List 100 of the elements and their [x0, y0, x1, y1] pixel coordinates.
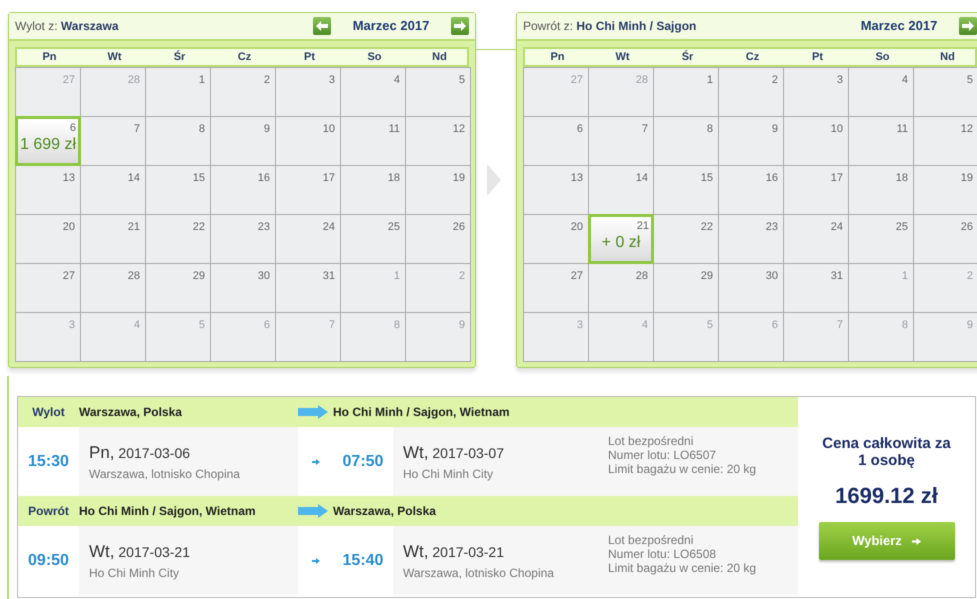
day-number: 28 — [128, 73, 140, 88]
day-cell[interactable]: 30 — [211, 264, 276, 313]
day-cell[interactable]: 25 — [849, 215, 914, 264]
next-month-button[interactable] — [451, 17, 469, 35]
day-cell[interactable]: 11 — [849, 117, 914, 166]
day-number: 12 — [960, 122, 973, 137]
day-cell[interactable]: 9 — [211, 117, 276, 166]
day-cell[interactable]: 5 — [406, 68, 471, 117]
day-cell[interactable]: 22 — [146, 215, 211, 264]
day-cell[interactable]: 5 — [914, 68, 977, 117]
day-number: 26 — [452, 220, 465, 235]
day-cell[interactable]: 10 — [784, 117, 849, 166]
day-number: 19 — [960, 171, 973, 186]
day-number: 13 — [62, 171, 75, 186]
day-cell[interactable]: 12 — [406, 117, 471, 166]
day-cell[interactable]: 4 — [341, 68, 406, 117]
day-number: 4 — [902, 73, 908, 88]
arrow-icon — [298, 405, 328, 419]
day-cell[interactable]: 17 — [784, 166, 849, 215]
day-cell[interactable]: 3 — [784, 68, 849, 117]
prev-month-button[interactable] — [313, 17, 331, 35]
day-cell[interactable]: 11 — [341, 117, 406, 166]
day-cell[interactable]: 26 — [914, 215, 977, 264]
day-number: 30 — [766, 269, 778, 284]
date-text: Pn, 2017-03-06 — [89, 442, 190, 464]
day-cell[interactable]: 14 — [589, 166, 654, 215]
day-number: 16 — [766, 171, 778, 186]
day-cell[interactable]: 30 — [719, 264, 784, 313]
day-cell[interactable]: 1 — [654, 68, 719, 117]
day-cell[interactable]: 26 — [406, 215, 471, 264]
day-cell[interactable]: 15 — [654, 166, 719, 215]
day-number: 7 — [642, 122, 648, 137]
right-arrow-icon — [454, 21, 466, 31]
weekday-label: Wt — [106, 50, 123, 65]
day-cell[interactable]: 18 — [341, 166, 406, 215]
day-cell[interactable]: 16 — [719, 166, 784, 215]
day-cell[interactable]: 10 — [276, 117, 341, 166]
day-cell[interactable]: 21 — [81, 215, 146, 264]
day-cell[interactable]: 27 — [16, 264, 81, 313]
day-cell[interactable]: 28 — [81, 264, 146, 313]
day-cell[interactable]: 31 — [276, 264, 341, 313]
day-number: 24 — [830, 220, 843, 235]
day-cell[interactable]: 18 — [849, 166, 914, 215]
calendar-title: Powrót z: Ho Chi Minh / Sajgon — [523, 18, 698, 35]
day-number: 1 — [198, 73, 205, 88]
day-cell[interactable]: 16 — [211, 166, 276, 215]
weekday-label: Pn — [41, 50, 58, 65]
day-number: 16 — [258, 171, 270, 186]
day-cell[interactable]: 23 — [211, 215, 276, 264]
day-number: 12 — [452, 122, 465, 137]
price-label: Cena całkowita za 1 osobę — [822, 435, 952, 469]
day-cell[interactable]: 13 — [524, 166, 589, 215]
day-cell[interactable]: 15 — [146, 166, 211, 215]
day-number: 4 — [134, 318, 140, 333]
day-cell[interactable]: 6 — [524, 117, 589, 166]
day-cell[interactable]: 19 — [406, 166, 471, 215]
day-cell[interactable]: 3 — [276, 68, 341, 117]
day-cell[interactable]: 28 — [589, 264, 654, 313]
day-cell[interactable]: 14 — [81, 166, 146, 215]
day-cell[interactable]: 12 — [914, 117, 977, 166]
day-cell[interactable]: 8 — [654, 117, 719, 166]
day-cell[interactable]: 29 — [146, 264, 211, 313]
day-cell[interactable]: 20 — [524, 215, 589, 264]
day-cell[interactable]: 25 — [341, 215, 406, 264]
day-cell[interactable]: 19 — [914, 166, 977, 215]
day-cell[interactable]: 20 — [16, 215, 81, 264]
day-cell[interactable]: 23 — [719, 215, 784, 264]
day-price: 1 699 zł — [18, 135, 78, 155]
day-number: 18 — [896, 171, 908, 186]
day-cell[interactable]: 1 — [146, 68, 211, 117]
airport-text: Warszawa, lotnisko Chopina — [89, 466, 240, 484]
day-number: 14 — [636, 171, 648, 186]
right-arrow-icon — [962, 21, 974, 31]
day-cell[interactable]: 22 — [654, 215, 719, 264]
day-cell[interactable]: 24 — [276, 215, 341, 264]
day-number: 9 — [264, 122, 270, 137]
day-cell[interactable]: 27 — [524, 264, 589, 313]
next-month-button[interactable] — [959, 17, 977, 35]
day-cell[interactable]: 24 — [784, 215, 849, 264]
day-number: 28 — [636, 269, 648, 284]
day-cell[interactable]: 17 — [276, 166, 341, 215]
day-cell[interactable]: 2 — [719, 68, 784, 117]
weekday-label: Wt — [614, 50, 631, 65]
day-number: 9 — [458, 318, 465, 333]
day-number: 29 — [192, 269, 205, 284]
day-cell[interactable]: 4 — [849, 68, 914, 117]
day-cell[interactable]: 29 — [654, 264, 719, 313]
left-arrow-icon — [316, 21, 328, 31]
day-number: 18 — [388, 171, 400, 186]
day-number: 25 — [896, 220, 908, 235]
day-cell[interactable]: 7 — [81, 117, 146, 166]
day-cell[interactable]: 9 — [719, 117, 784, 166]
day-cell[interactable]: 13 — [16, 166, 81, 215]
segment-label: Wylot — [18, 397, 79, 427]
day-cell[interactable]: 2 — [211, 68, 276, 117]
day-cell[interactable]: 31 — [784, 264, 849, 313]
day-cell[interactable]: 21 + 0 zł — [588, 214, 654, 264]
day-cell[interactable]: 8 — [146, 117, 211, 166]
day-cell[interactable]: 7 — [589, 117, 654, 166]
day-cell[interactable]: 6 1 699 zł — [15, 116, 81, 166]
